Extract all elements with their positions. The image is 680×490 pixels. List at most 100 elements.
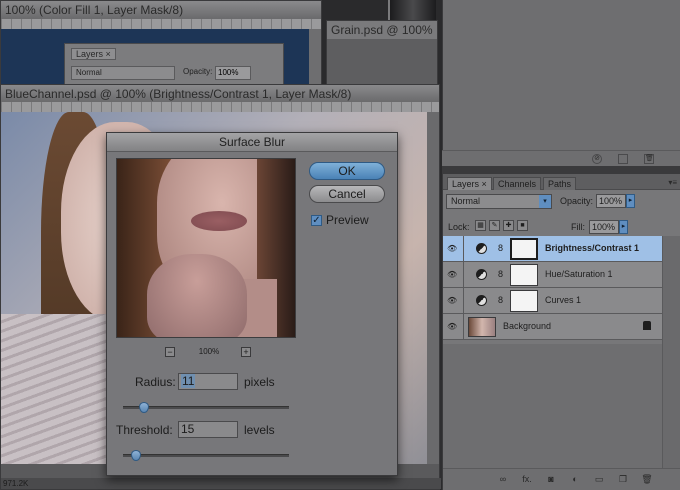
opacity-field[interactable]: 100% — [596, 194, 626, 208]
lock-label: Lock: — [448, 222, 470, 232]
close-icon[interactable]: × — [106, 49, 111, 59]
threshold-unit: levels — [244, 423, 275, 437]
layer-name[interactable]: Background — [503, 321, 551, 331]
layer-row-hue-saturation[interactable]: 👁 8 Hue/Saturation 1 — [443, 262, 663, 288]
ruler — [1, 102, 439, 112]
filter-preview[interactable] — [116, 158, 296, 338]
grain-window-title[interactable]: Grain.psd @ 100% — [327, 21, 437, 39]
fill-field[interactable]: 100% — [589, 220, 619, 234]
panel-divider — [442, 166, 680, 174]
layer-row-brightness-contrast[interactable]: 👁 8 Brightness/Contrast 1 — [443, 236, 663, 262]
document-size-status: 971.2K — [3, 479, 29, 488]
layer-row-background[interactable]: 👁 Background — [443, 314, 663, 340]
thumbnail-image — [388, 0, 436, 20]
trash-icon[interactable]: 🗑 — [644, 154, 654, 164]
mini-blend-mode-select[interactable]: Normal — [71, 66, 175, 80]
layer-list: 👁 8 Brightness/Contrast 1 👁 8 Hue/Satura… — [443, 236, 680, 344]
zoom-in-button[interactable]: + — [241, 347, 251, 357]
divider — [463, 236, 464, 262]
eye-icon[interactable]: 👁 — [447, 296, 459, 305]
layers-scrollbar[interactable] — [662, 236, 680, 468]
blend-mode-select[interactable]: Normal ▾ — [446, 194, 552, 209]
radius-slider-thumb[interactable] — [138, 402, 149, 413]
new-snapshot-icon[interactable] — [618, 154, 628, 164]
mini-opacity-field[interactable]: 100% — [215, 66, 251, 80]
radius-input[interactable]: 11 — [178, 373, 238, 390]
divider — [463, 262, 464, 288]
lock-transparency-icon[interactable]: ▦ — [475, 220, 486, 231]
threshold-slider-thumb[interactable] — [130, 450, 141, 461]
layer-mask-thumbnail[interactable] — [510, 264, 538, 286]
opacity-label: Opacity: — [560, 196, 594, 206]
preview-lips — [191, 211, 247, 231]
main-window-title[interactable]: BlueChannel.psd @ 100% (Brightness/Contr… — [1, 85, 439, 102]
adjustment-layer-icon[interactable] — [476, 243, 487, 254]
chain-link-icon[interactable]: 8 — [498, 243, 503, 253]
add-mask-icon[interactable]: ◙ — [545, 474, 557, 485]
radius-unit: pixels — [244, 375, 275, 389]
layer-name[interactable]: Curves 1 — [545, 295, 581, 305]
preview-zoom-controls: − 100% + — [165, 346, 251, 358]
adjustment-layer-icon[interactable] — [476, 295, 487, 306]
chain-link-icon[interactable]: 8 — [498, 269, 503, 279]
vertical-scrollbar[interactable] — [427, 112, 439, 464]
color-fill-window-title[interactable]: 100% (Color Fill 1, Layer Mask/8) — [1, 1, 321, 19]
layers-panel[interactable]: Layers × Channels Paths ▾≡ Normal ▾ Opac… — [442, 174, 680, 490]
lock-position-icon[interactable]: ✚ — [503, 220, 514, 231]
tab-layers[interactable]: Layers × — [447, 177, 492, 190]
layer-list-empty-area[interactable] — [443, 344, 680, 468]
layer-name[interactable]: Brightness/Contrast 1 — [545, 243, 639, 253]
trash-icon[interactable]: 🗑 — [641, 474, 653, 485]
layers-panel-tabs: Layers × Channels Paths ▾≡ — [443, 174, 680, 190]
lock-pixels-icon[interactable]: ✎ — [489, 220, 500, 231]
no-icon[interactable]: ⊘ — [592, 154, 602, 164]
adjustment-layer-icon[interactable] — [476, 269, 487, 280]
eye-icon[interactable]: 👁 — [447, 244, 459, 253]
status-bar: 971.2K — [1, 478, 441, 489]
tab-paths[interactable]: Paths — [543, 177, 577, 190]
chevron-down-icon: ▾ — [539, 195, 551, 208]
zoom-out-button[interactable]: − — [165, 347, 175, 357]
eye-icon[interactable]: 👁 — [447, 270, 459, 279]
threshold-input[interactable]: 15 — [178, 421, 238, 438]
fill-label: Fill: — [571, 222, 585, 232]
history-panel[interactable] — [442, 0, 680, 166]
radius-slider[interactable] — [123, 402, 289, 413]
layers-panel-toolbar: ∞ fx. ◙ ◐ ▭ ❐ 🗑 — [443, 468, 680, 490]
preview-checkbox[interactable]: ✓ — [311, 215, 322, 226]
layer-thumbnail[interactable] — [468, 317, 496, 337]
history-panel-toolbar: ⊘ 🗑 — [442, 150, 680, 166]
layer-row-curves[interactable]: 👁 8 Curves 1 — [443, 288, 663, 314]
surface-blur-dialog[interactable]: Surface Blur − 100% + OK Cancel ✓ Previe… — [106, 132, 398, 476]
preview-label: Preview — [326, 213, 369, 227]
panel-menu-icon[interactable]: ▾≡ — [668, 178, 677, 187]
lock-icon — [643, 321, 651, 330]
threshold-label: Threshold: — [116, 423, 173, 437]
tab-channels[interactable]: Channels — [493, 177, 542, 190]
layer-mask-thumbnail[interactable] — [510, 238, 538, 260]
new-group-icon[interactable]: ▭ — [593, 474, 605, 485]
close-icon[interactable]: × — [482, 179, 487, 189]
fill-arrow-icon[interactable]: ▸ — [619, 220, 628, 234]
new-adjustment-icon[interactable]: ◐ — [569, 474, 581, 485]
mini-layers-tab[interactable]: Layers × — [71, 48, 116, 60]
lock-all-icon[interactable]: ■ — [517, 220, 528, 231]
cancel-button[interactable]: Cancel — [309, 185, 385, 203]
threshold-slider[interactable] — [123, 450, 289, 461]
eye-icon[interactable]: 👁 — [447, 322, 459, 331]
checkmark-icon: ✓ — [312, 215, 321, 226]
chain-link-icon[interactable]: 8 — [498, 295, 503, 305]
radius-label: Radius: — [135, 375, 176, 389]
ok-button[interactable]: OK — [309, 162, 385, 180]
opacity-arrow-icon[interactable]: ▸ — [626, 194, 635, 208]
fx-icon[interactable]: fx. — [521, 474, 533, 485]
zoom-level: 100% — [198, 347, 220, 356]
divider — [463, 288, 464, 314]
grain-document-window[interactable]: Grain.psd @ 100% — [326, 20, 438, 90]
layer-mask-thumbnail[interactable] — [510, 290, 538, 312]
new-layer-icon[interactable]: ❐ — [617, 474, 629, 485]
layer-name[interactable]: Hue/Saturation 1 — [545, 269, 613, 279]
ruler — [1, 19, 321, 29]
link-layers-icon[interactable]: ∞ — [497, 474, 509, 485]
dialog-title[interactable]: Surface Blur — [107, 133, 397, 152]
